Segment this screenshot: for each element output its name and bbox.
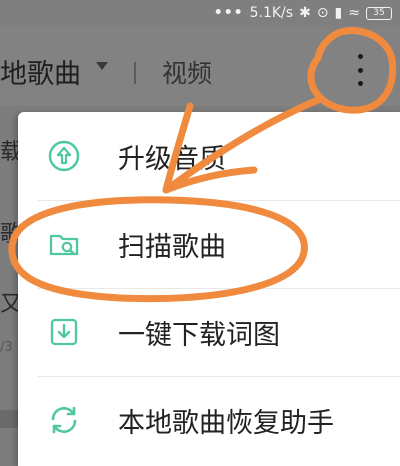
notification-dots: •••	[213, 5, 244, 21]
chevron-down-icon[interactable]	[96, 62, 108, 70]
menu-item-label: 一键下载词图	[118, 319, 280, 351]
menu-item-label: 本地歌曲恢复助手	[118, 407, 334, 439]
menu-item-upgrade-quality[interactable]: 升级音质	[18, 112, 400, 200]
more-options-icon[interactable]	[352, 50, 368, 90]
background-thumbnail	[0, 410, 18, 428]
page-title[interactable]: 地歌曲	[0, 52, 81, 91]
alarm-icon: ⊙	[316, 5, 329, 21]
battery-icon: 35	[366, 6, 392, 20]
background-text-fragment: /3	[0, 340, 13, 355]
signal-icon: ▮	[334, 5, 343, 21]
menu-item-restore-assistant[interactable]: 本地歌曲恢复助手	[18, 376, 400, 464]
restore-icon	[44, 400, 84, 440]
scan-folder-icon	[44, 224, 84, 264]
bluetooth-icon: ✱	[299, 5, 311, 21]
menu-item-download-lyrics-art[interactable]: 一键下载词图	[18, 288, 400, 376]
menu-item-label: 扫描歌曲	[118, 231, 226, 263]
upgrade-quality-icon	[44, 136, 84, 176]
header-divider	[134, 62, 136, 84]
overflow-menu: 升级音质 扫描歌曲 一键下载词图 本地歌曲恢复助手	[18, 112, 400, 466]
network-speed: 5.1K/s	[249, 5, 294, 21]
menu-item-label: 升级音质	[118, 143, 226, 175]
download-icon	[44, 312, 84, 352]
wifi-icon: ≈	[348, 5, 360, 21]
status-bar: ••• 5.1K/s ✱ ⊙ ▮ ≈ 35	[0, 0, 400, 26]
tab-video[interactable]: 视频	[162, 54, 212, 90]
menu-item-scan-songs[interactable]: 扫描歌曲	[18, 200, 400, 288]
